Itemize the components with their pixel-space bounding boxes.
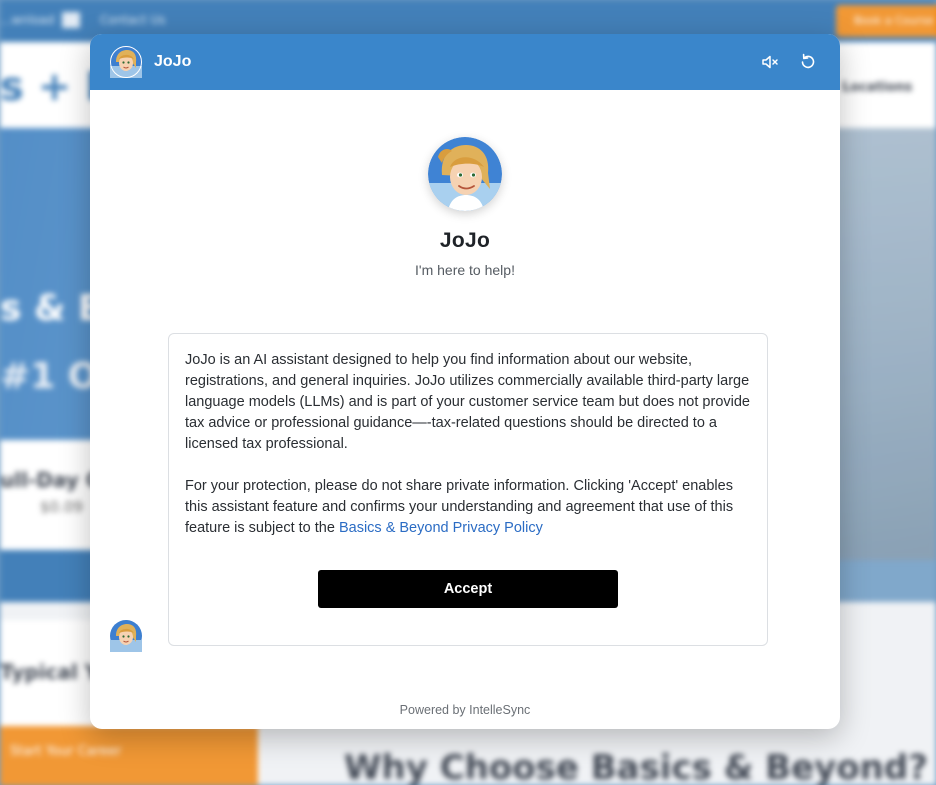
chat-header-title: JoJo: [154, 53, 192, 70]
refresh-icon[interactable]: [798, 52, 818, 72]
disclaimer-card: JoJo is an AI assistant designed to help…: [168, 333, 768, 646]
agent-profile-avatar: [428, 137, 502, 211]
accept-button[interactable]: Accept: [318, 570, 618, 608]
disclaimer-paragraph-2: For your protection, please do not share…: [185, 476, 755, 539]
agent-name: JoJo: [439, 229, 491, 252]
chat-modal: JoJo JoJo I'm here to help! JoJo is an A…: [90, 34, 840, 729]
speaker-muted-icon[interactable]: [760, 52, 780, 72]
agent-tagline: I'm here to help!: [415, 262, 515, 278]
chat-header: JoJo: [90, 34, 840, 90]
privacy-policy-link[interactable]: Basics & Beyond Privacy Policy: [339, 520, 543, 536]
disclaimer-text: JoJo is an AI assistant designed to help…: [185, 350, 755, 539]
message-avatar-icon: [110, 620, 142, 652]
disclaimer-paragraph-1: JoJo is an AI assistant designed to help…: [185, 352, 750, 452]
powered-by-footer: Powered by IntelleSync: [399, 703, 531, 717]
agent-avatar-icon: [110, 46, 142, 78]
